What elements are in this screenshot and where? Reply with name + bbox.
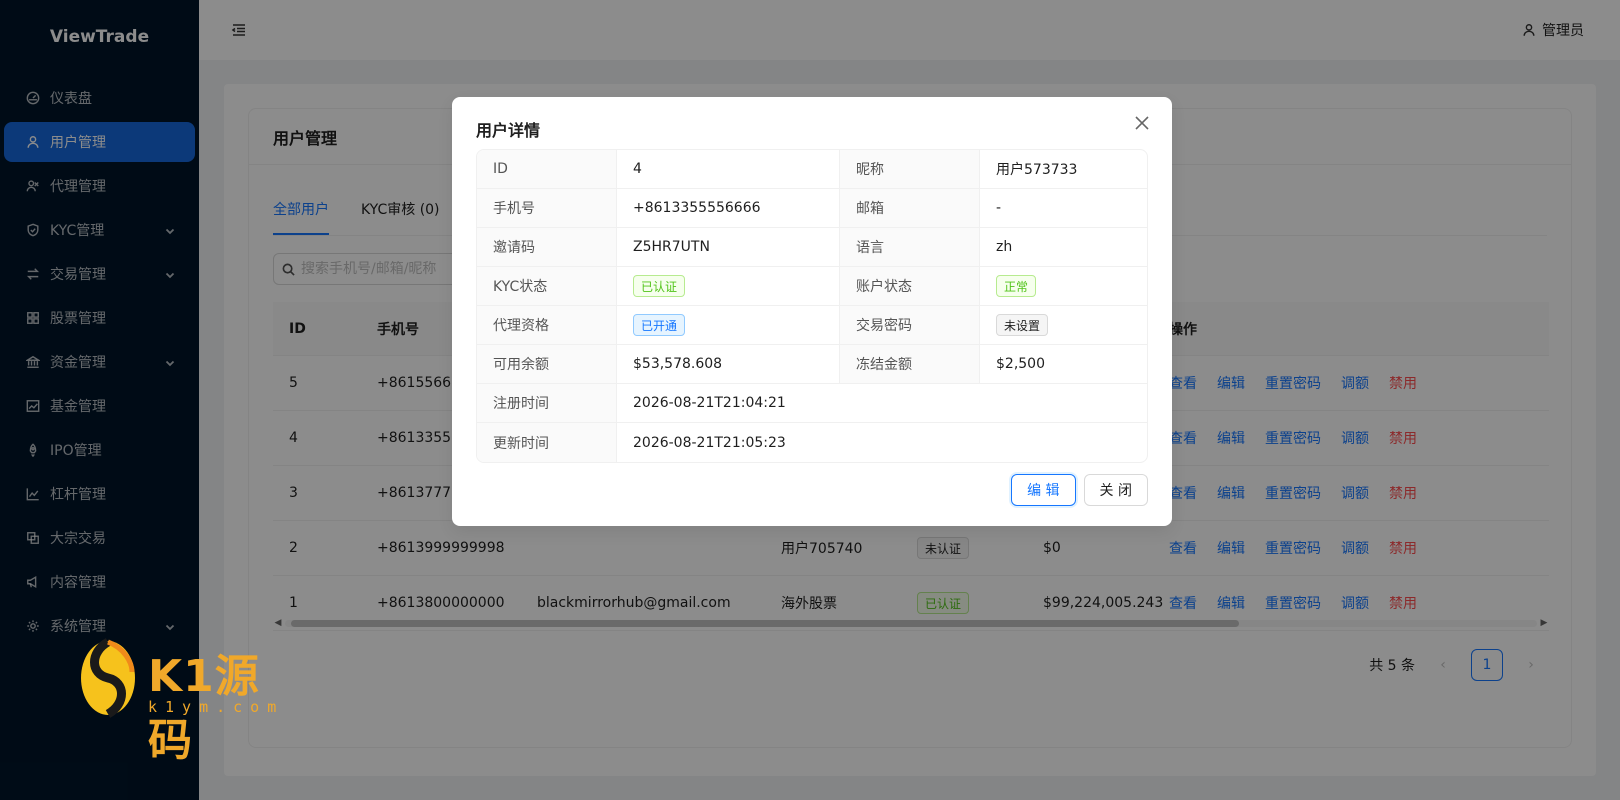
detail-label-updated: 更新时间 xyxy=(477,423,617,462)
kyc-status-badge: 已认证 xyxy=(633,275,686,297)
detail-label-available: 可用余额 xyxy=(477,345,617,383)
detail-label-nickname: 昵称 xyxy=(840,150,980,188)
detail-label-account-status: 账户状态 xyxy=(840,267,980,305)
modal-footer: 编 辑 关 闭 xyxy=(1011,474,1148,506)
detail-row: 邀请码 Z5HR7UTN 语言 zh xyxy=(477,228,1147,267)
detail-label-frozen: 冻结金额 xyxy=(840,345,980,383)
detail-label-agent: 代理资格 xyxy=(477,306,617,344)
detail-value-available: $53,578.608 xyxy=(617,345,840,383)
detail-value-kyc: 已认证 xyxy=(617,267,840,305)
detail-row: 手机号 +8613355556666 邮箱 - xyxy=(477,189,1147,228)
close-button[interactable]: 关 闭 xyxy=(1083,474,1148,506)
user-detail-modal: 用户详情 ID 4 昵称 用户573733 手机号 +8613355556666… xyxy=(452,97,1172,526)
agent-status-badge: 已开通 xyxy=(633,314,686,336)
detail-row: 注册时间 2026-08-21T21:04:21 xyxy=(477,384,1147,423)
detail-value-email: - xyxy=(996,200,1002,216)
watermark-logo-icon xyxy=(81,638,135,718)
detail-value-updated: 2026-08-21T21:05:23 xyxy=(633,434,786,451)
detail-value-trade-password: 未设置 xyxy=(980,306,1147,344)
detail-value-invite: Z5HR7UTN xyxy=(617,228,840,266)
detail-label-language: 语言 xyxy=(840,228,980,266)
user-detail-descriptions: ID 4 昵称 用户573733 手机号 +8613355556666 邮箱 -… xyxy=(476,149,1148,463)
detail-label-phone: 手机号 xyxy=(477,189,617,227)
detail-value-frozen: $2,500 xyxy=(996,356,1045,372)
detail-row: 更新时间 2026-08-21T21:05:23 xyxy=(477,423,1147,462)
detail-value-agent: 已开通 xyxy=(617,306,840,344)
detail-row: 代理资格 已开通 交易密码 未设置 xyxy=(477,306,1147,345)
detail-label-invite: 邀请码 xyxy=(477,228,617,266)
modal-title: 用户详情 xyxy=(476,121,541,140)
edit-button[interactable]: 编 辑 xyxy=(1011,474,1076,506)
watermark-url: k1ym.com xyxy=(148,698,285,716)
account-status-badge: 正常 xyxy=(996,275,1037,297)
detail-label-registered: 注册时间 xyxy=(477,384,617,422)
detail-value-language: zh xyxy=(996,239,1013,255)
detail-label-kyc: KYC状态 xyxy=(477,267,617,305)
close-icon[interactable] xyxy=(1134,115,1152,133)
trade-password-badge: 未设置 xyxy=(996,314,1049,336)
detail-value-phone: +8613355556666 xyxy=(617,189,840,227)
detail-row: ID 4 昵称 用户573733 xyxy=(477,150,1147,189)
detail-row: KYC状态 已认证 账户状态 正常 xyxy=(477,267,1147,306)
detail-label-trade-password: 交易密码 xyxy=(840,306,980,344)
detail-label-id: ID xyxy=(477,150,617,188)
detail-row: 可用余额 $53,578.608 冻结金额 $2,500 xyxy=(477,345,1147,384)
detail-value-id: 4 xyxy=(617,150,840,188)
detail-value-nickname: 用户573733 xyxy=(996,162,1078,178)
watermark: K1源码 k1ym.com xyxy=(78,636,298,766)
detail-label-email: 邮箱 xyxy=(840,189,980,227)
detail-value-account-status: 正常 xyxy=(980,267,1147,305)
detail-value-registered: 2026-08-21T21:04:21 xyxy=(633,395,786,411)
